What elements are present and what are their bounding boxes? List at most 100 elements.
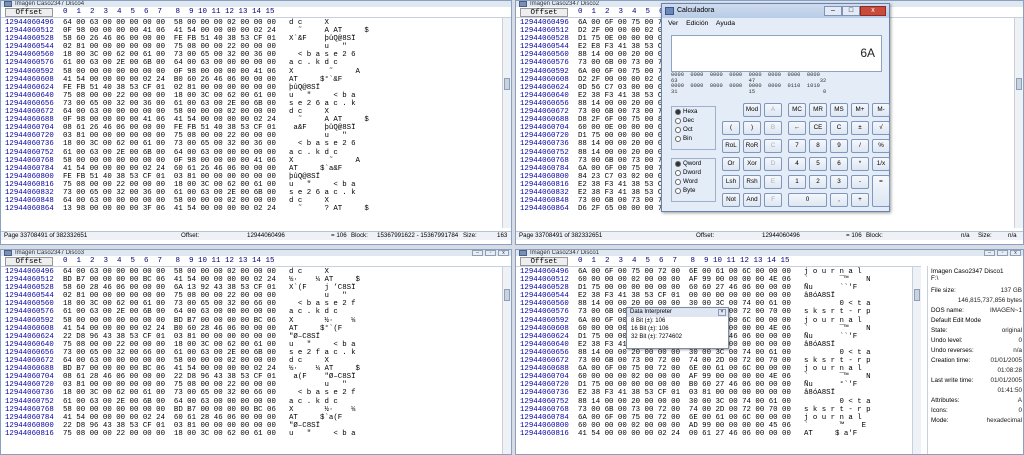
row-text[interactable]: Ñu ``'F <box>804 333 857 341</box>
hex-row[interactable]: 12944060496 6A 00 6F 00 75 00 72 00 6E 00… <box>516 268 911 276</box>
hex-row[interactable]: 12944060656 73 00 65 00 32 00 66 00 61 00… <box>1 349 501 357</box>
row-hex[interactable]: 64 00 63 00 00 00 00 00 58 00 00 00 02 0… <box>63 268 276 276</box>
calc-key[interactable]: CE <box>809 121 827 135</box>
row-hex[interactable]: 73 00 6B 00 73 00 72 00 74 00 2D 00 72 0… <box>578 357 791 365</box>
scroll-thumb[interactable] <box>1016 78 1022 90</box>
row-text[interactable]: j o u r n a l <box>804 268 862 276</box>
calc-key[interactable]: 4 <box>788 157 806 171</box>
row-text[interactable]: d c X <box>289 19 329 27</box>
row-text[interactable]: d c X <box>289 357 329 365</box>
row-text[interactable]: < b a s e 2 f <box>289 300 356 308</box>
calc-key[interactable]: M+ <box>851 103 869 117</box>
calc-key[interactable]: * <box>851 157 869 171</box>
row-text[interactable]: â8óA8SÏ <box>804 389 835 397</box>
row-hex[interactable]: 58 60 26 46 06 00 00 00 FE FB 51 40 38 5… <box>63 35 276 43</box>
hex-pane-disco1[interactable]: Imagen Caso2347 Disco1 – ▫ x Offset 0 1 2 3 … <box>515 249 1024 455</box>
row-text[interactable]: ` ­™ E <box>804 422 866 430</box>
hex-row[interactable]: 12944060512 0F 98 00 00 00 00 41 06 41 54… <box>1 27 501 35</box>
calculator-titlebar[interactable]: Calculadora – □ x <box>662 4 889 18</box>
row-text[interactable]: a c . k d c <box>289 149 338 157</box>
row-hex[interactable]: 6A 00 6F 00 75 00 72 00 6E 00 61 00 6C 0… <box>578 365 791 373</box>
calc-key[interactable]: D <box>764 157 782 171</box>
close-icon[interactable]: × <box>718 309 726 316</box>
hex-row[interactable]: 12944060784 41 54 00 00 00 00 02 24 60 61… <box>1 414 501 422</box>
word-option[interactable]: Byte <box>672 186 715 195</box>
hex-row[interactable]: 12944060544 02 81 00 00 00 00 00 00 75 08… <box>1 292 501 300</box>
row-hex[interactable]: 73 00 65 00 32 00 66 00 61 00 63 00 2E 0… <box>63 349 276 357</box>
row-hex[interactable]: 60 00 00 00 02 00 00 00 AD 99 00 00 00 0… <box>578 422 791 430</box>
row-hex[interactable]: 6A 00 6F 00 75 00 72 00 6E 00 61 00 6C 0… <box>578 268 791 276</box>
hex-row[interactable]: 12944060512 60 00 00 00 02 00 00 00 AF 99… <box>516 276 911 284</box>
calc-key[interactable]: - <box>851 175 869 189</box>
row-text[interactable]: AT $°`(F <box>289 325 342 333</box>
row-hex[interactable]: 64 00 63 00 00 00 00 00 58 00 00 00 02 0… <box>63 357 276 365</box>
hex-row[interactable]: 12944060656 88 14 00 00 20 00 00 00 30 00… <box>516 349 911 357</box>
row-hex[interactable]: 41 54 00 00 00 00 02 24 00 61 27 46 06 0… <box>578 430 791 438</box>
row-hex[interactable]: 03 81 00 00 00 00 00 00 75 08 00 00 22 0… <box>63 132 276 140</box>
scroll-thumb[interactable] <box>504 289 510 301</box>
hex-row[interactable]: 12944060528 58 60 26 46 06 00 00 00 FE FB… <box>1 35 501 43</box>
row-hex[interactable]: 58 00 00 00 00 00 00 00 BD B7 00 00 00 0… <box>63 317 276 325</box>
calc-key[interactable]: 6 <box>830 157 848 171</box>
row-hex[interactable]: 0F 98 00 00 00 00 41 06 41 54 00 00 00 0… <box>63 27 276 35</box>
row-hex[interactable]: 22 D8 96 43 38 53 CF 01 03 81 00 00 00 0… <box>63 333 276 341</box>
hex-row[interactable]: 12944060768 58 00 00 00 00 00 00 00 0F 98… <box>1 157 501 165</box>
calc-key[interactable]: MR <box>809 103 827 117</box>
hex-row[interactable]: 12944060768 73 00 6B 00 73 00 72 00 74 00… <box>516 406 911 414</box>
calc-key[interactable]: / <box>851 139 869 153</box>
hex-row[interactable]: 12944060496 64 00 63 00 00 00 00 00 58 00… <box>1 19 501 27</box>
row-hex[interactable]: 61 00 63 00 2E 00 6B 00 64 00 63 00 00 0… <box>63 149 276 157</box>
calculator-window[interactable]: Calculadora – □ x Ver Edición Ayuda 6A 0… <box>661 3 890 212</box>
row-hex[interactable]: 75 08 00 00 22 00 00 00 18 00 3C 00 62 0… <box>63 341 276 349</box>
row-hex[interactable]: 58 00 00 00 00 00 00 00 0F 98 00 00 00 0… <box>63 157 276 165</box>
calc-key[interactable]: 8 <box>809 139 827 153</box>
row-text[interactable]: þûQ@8SÏ <box>289 84 320 92</box>
hex-pane-disco4[interactable]: Imagen Caso2347 Disco4 Offset 0 1 2 3 4 5… <box>0 0 512 245</box>
row-hex[interactable]: 41 54 00 00 00 00 02 24 B0 60 28 46 06 0… <box>63 325 276 333</box>
hex-row[interactable]: 12944060672 64 00 63 00 00 00 00 00 58 00… <box>1 108 501 116</box>
hex-row[interactable]: 12944060496 64 00 63 00 00 00 00 00 58 00… <box>1 268 501 276</box>
hex-row[interactable]: 12944060784 6A 00 6F 00 75 00 72 00 6E 00… <box>516 414 911 422</box>
row-hex[interactable]: 64 00 63 00 00 00 00 00 58 00 00 00 02 0… <box>63 197 276 205</box>
row-hex[interactable]: 88 14 00 00 20 00 00 00 30 00 3C 00 74 0… <box>578 398 791 406</box>
row-text[interactable]: X`&F þûQ@8SÏ <box>289 35 356 43</box>
calc-key[interactable]: = <box>872 175 890 207</box>
hex-row[interactable]: 12944060544 02 81 00 00 00 00 00 00 75 08… <box>1 43 501 51</box>
calc-key[interactable]: Lsh <box>722 175 740 189</box>
calc-key[interactable]: F <box>764 193 782 207</box>
row-text[interactable]: ½· ¼ AT $ <box>289 276 360 284</box>
vertical-scrollbar[interactable] <box>912 267 921 454</box>
row-text[interactable]: "Ø–C8SÏ <box>289 422 320 430</box>
hex-row[interactable]: 12944060704 08 61 28 46 06 00 00 00 22 D8… <box>1 373 501 381</box>
hex-row[interactable]: 12944060768 58 00 00 00 00 00 00 00 BD B7… <box>1 406 501 414</box>
row-text[interactable]: 0 < t a <box>804 349 870 357</box>
row-text[interactable]: ˜ A AT $ <box>289 27 369 35</box>
menu-ayuda[interactable]: Ayuda <box>716 20 735 27</box>
hex-row[interactable]: 12944060672 64 00 63 00 00 00 00 00 58 00… <box>1 357 501 365</box>
calc-key[interactable]: E <box>764 175 782 189</box>
row-hex[interactable]: 18 00 3C 00 62 00 61 00 73 00 65 00 32 0… <box>63 300 276 308</box>
row-text[interactable]: "Ø–C8SÏ <box>289 333 320 341</box>
calc-key[interactable]: C <box>830 121 848 135</box>
row-hex[interactable]: E2 38 F3 41 38 53 CF 01 00 00 00 00 00 0… <box>578 292 791 300</box>
calc-key[interactable]: MS <box>830 103 848 117</box>
hex-row[interactable]: 12944060528 58 60 28 46 06 00 00 00 6A 13… <box>1 284 501 292</box>
row-hex[interactable]: 61 00 63 00 2E 00 6B 00 64 00 63 00 00 0… <box>63 398 276 406</box>
calc-key[interactable]: Or <box>722 157 740 171</box>
row-hex[interactable]: 18 00 3C 00 62 00 61 00 73 00 65 00 32 0… <box>63 51 276 59</box>
row-hex[interactable]: 03 81 00 00 00 00 00 00 75 08 00 00 22 0… <box>63 381 276 389</box>
row-hex[interactable]: 18 00 3C 00 62 00 61 00 73 00 65 00 32 0… <box>63 140 276 148</box>
row-text[interactable]: j o u r n a l <box>804 317 862 325</box>
calc-key[interactable]: And <box>743 193 761 207</box>
hex-row[interactable]: 12944060560 18 00 3C 00 62 00 61 00 73 00… <box>1 51 501 59</box>
hex-row[interactable]: 12944060848 64 00 63 00 00 00 00 00 58 00… <box>1 197 501 205</box>
vertical-scrollbar[interactable] <box>502 18 511 228</box>
row-hex[interactable]: 08 61 26 46 06 00 00 00 FE FB 51 40 38 5… <box>63 124 276 132</box>
row-text[interactable]: þûQ@8SÏ <box>289 173 320 181</box>
row-hex[interactable]: 73 00 65 00 32 00 36 00 61 00 63 00 2E 0… <box>63 100 276 108</box>
radix-option[interactable]: Hexa <box>672 107 715 116</box>
hex-row[interactable]: 12944060624 FE FB 51 40 38 53 CF 01 02 81… <box>1 84 501 92</box>
hex-row[interactable]: 12944060800 FE FB 51 40 38 53 CF 01 03 81… <box>1 173 501 181</box>
hex-rows[interactable]: 12944060496 64 00 63 00 00 00 00 00 58 00… <box>1 19 501 213</box>
row-hex[interactable]: 0F 98 00 00 00 00 41 06 41 54 00 00 00 0… <box>63 116 276 124</box>
